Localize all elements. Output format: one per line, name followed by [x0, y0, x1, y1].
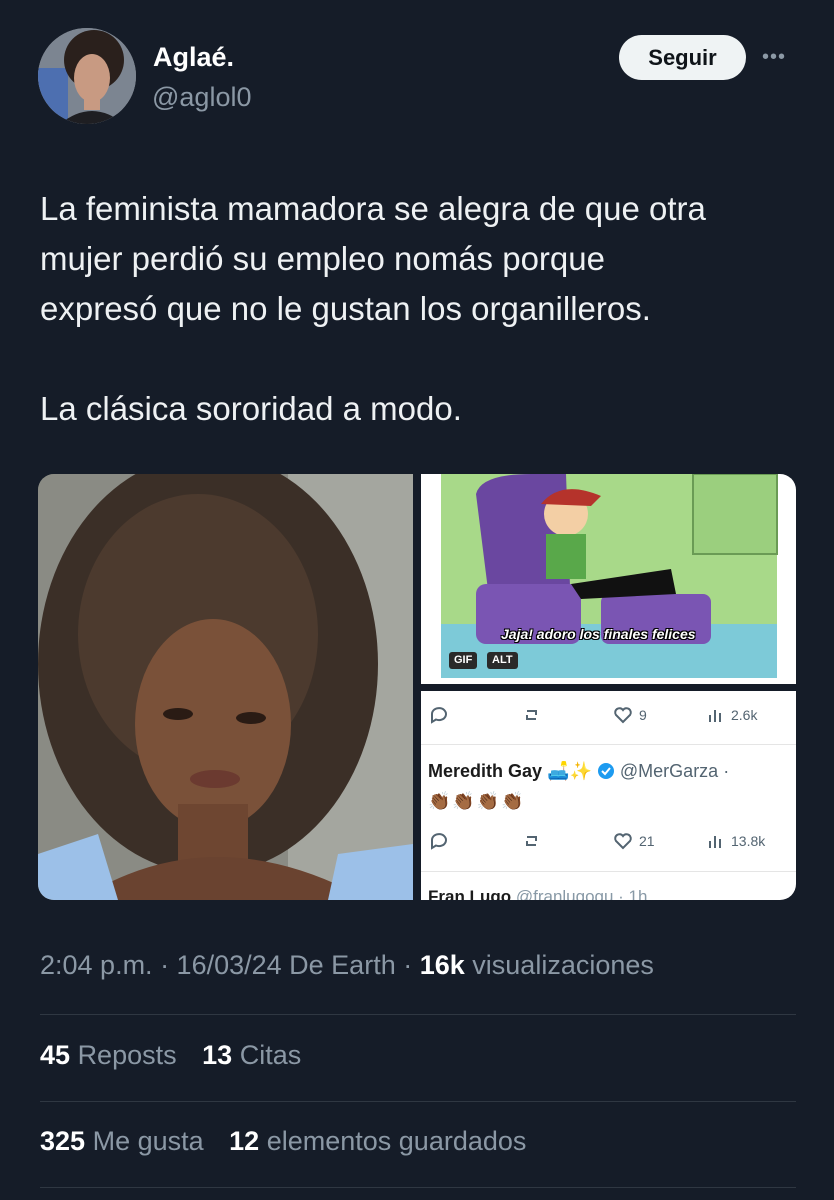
screenshot-reply-author: Meredith Gay 🛋️✨ @MerGarza · [428, 761, 730, 781]
stats-likes-bookmarks: 325 Me gusta 12 elementos guardados [40, 1126, 526, 1157]
reply-icon [429, 695, 449, 735]
author-handle[interactable]: @aglol0 [152, 82, 251, 113]
photo-woman-portrait[interactable] [38, 474, 413, 900]
timestamp[interactable]: 2:04 p.m. · 16/03/24 De Earth · [40, 950, 412, 980]
screenshot-replies[interactable]: 9 2.6k Meredith Gay 🛋️✨ @MerGarza · 👏🏾👏🏾… [421, 691, 796, 900]
alt-badge[interactable]: ALT [487, 652, 518, 669]
stats-reposts-quotes: 45 Reposts 13 Citas [40, 1040, 301, 1071]
like-count: 21 [613, 821, 655, 861]
quotes-stat[interactable]: 13 Citas [202, 1040, 301, 1070]
screenshot-cut-row: Fran Lugo @franlugogu · 1h [428, 887, 648, 900]
tweet-text-line: La feminista mamadora se alegra de que o… [40, 190, 706, 227]
follow-button[interactable]: Seguir [619, 35, 746, 80]
author-display-name[interactable]: Aglaé. [153, 42, 234, 73]
tweet-text-line: La clásica sororidad a modo. [40, 390, 462, 427]
tweet-text-line: expresó que no le gustan los organillero… [40, 290, 651, 327]
views-count: 16k [419, 950, 465, 980]
divider [421, 744, 796, 745]
divider [421, 871, 796, 872]
views-count: 13.8k [707, 821, 765, 861]
gif-cartoon[interactable]: Jaja! adoro los finales felices GIF ALT [421, 474, 796, 684]
gif-caption: Jaja! adoro los finales felices [501, 626, 696, 642]
more-options-icon[interactable]: ••• [762, 42, 796, 72]
tweet-text-line: mujer perdió su empleo nomás porque [40, 240, 605, 277]
views-label: visualizaciones [472, 950, 654, 980]
tweet-text: La feminista mamadora se alegra de que o… [40, 184, 810, 434]
verified-icon [597, 763, 614, 779]
divider [40, 1101, 796, 1102]
repost-icon [523, 821, 543, 861]
screenshot-action-row: 21 13.8k [421, 821, 796, 861]
reposts-stat[interactable]: 45 Reposts [40, 1040, 177, 1070]
reply-icon [429, 821, 449, 861]
divider [40, 1014, 796, 1015]
views-count: 2.6k [707, 695, 757, 735]
tweet-meta: 2:04 p.m. · 16/03/24 De Earth · 16k visu… [40, 950, 654, 981]
likes-stat[interactable]: 325 Me gusta [40, 1126, 204, 1156]
divider [40, 1187, 796, 1188]
media-grid: Jaja! adoro los finales felices GIF ALT … [38, 474, 796, 900]
screenshot-action-row: 9 2.6k [421, 695, 796, 735]
repost-icon [523, 695, 543, 735]
author-avatar[interactable] [38, 28, 136, 124]
screenshot-reply-text: 👏🏾👏🏾👏🏾👏🏾 [428, 791, 526, 811]
gif-badge: GIF [449, 652, 478, 669]
bookmarks-stat[interactable]: 12 elementos guardados [229, 1126, 526, 1156]
like-count: 9 [613, 695, 647, 735]
